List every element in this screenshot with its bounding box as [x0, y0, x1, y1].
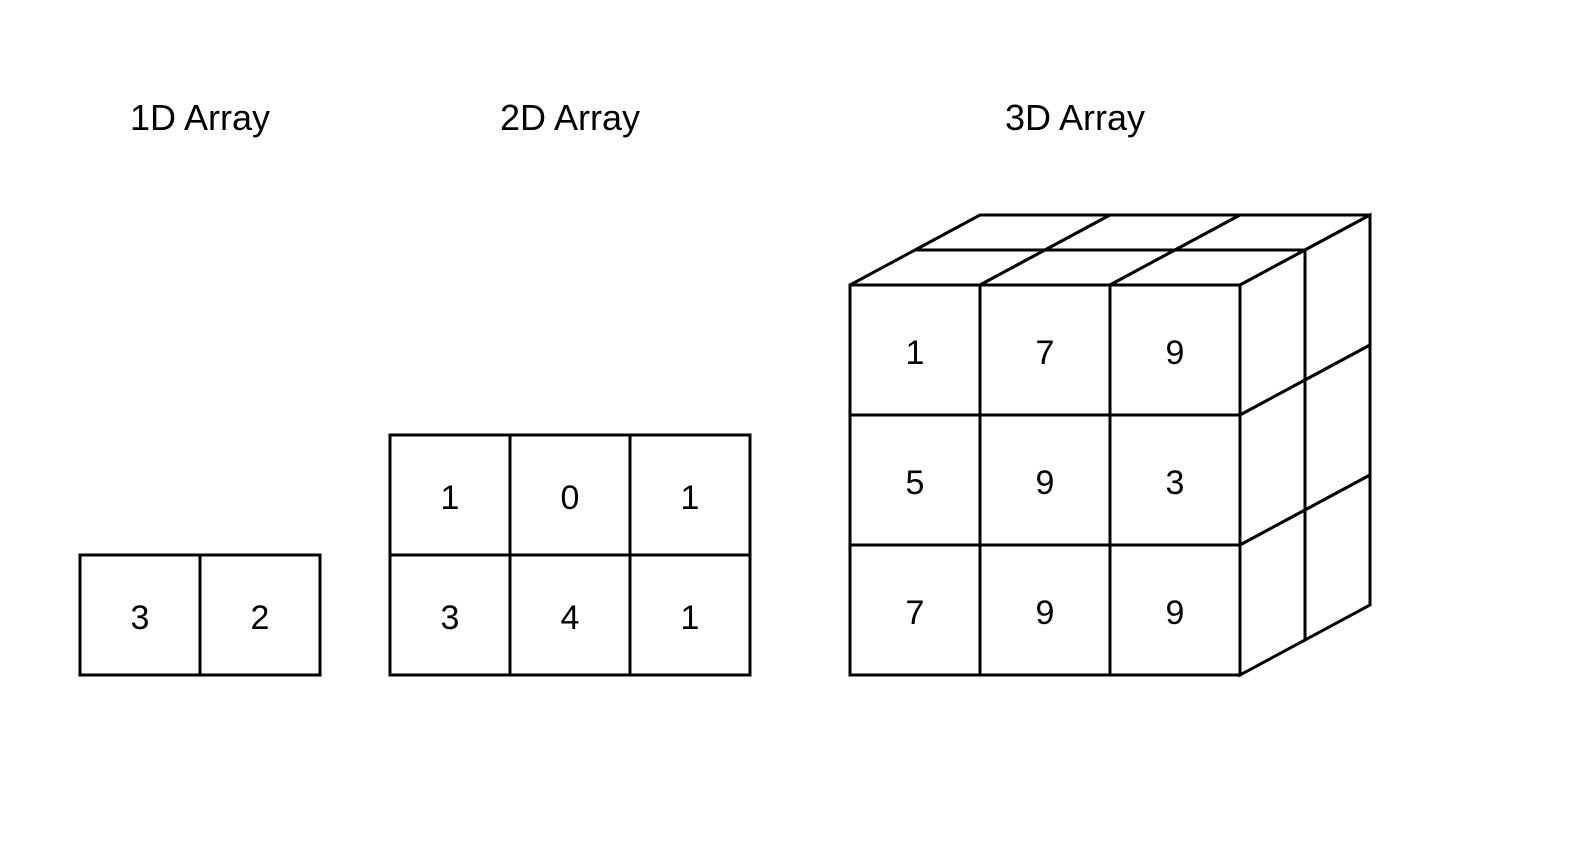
- array-1d: 3 2: [80, 555, 320, 675]
- d1-cell-1: 2: [251, 599, 270, 637]
- d3-cell-0-2: 9: [1166, 334, 1185, 372]
- title-3d: 3D Array: [1005, 97, 1145, 138]
- array-diagram: 1D Array 2D Array 3D Array 3 2 1 0 1 3 4…: [0, 0, 1592, 842]
- d2-cell-1-1: 4: [561, 599, 580, 637]
- d2-cell-0-1: 0: [561, 479, 580, 517]
- d3-cell-2-0: 7: [906, 594, 925, 632]
- d3-cell-1-0: 5: [906, 464, 925, 502]
- d2-cell-0-2: 1: [681, 479, 700, 517]
- d3-cell-2-1: 9: [1036, 594, 1055, 632]
- d2-cell-1-0: 3: [441, 599, 460, 637]
- d2-cell-1-2: 1: [681, 599, 700, 637]
- title-2d: 2D Array: [500, 97, 640, 138]
- d2-cell-0-0: 1: [441, 479, 460, 517]
- d3-cell-2-2: 9: [1166, 594, 1185, 632]
- d3-cell-0-1: 7: [1036, 334, 1055, 372]
- array-2d: 1 0 1 3 4 1: [390, 435, 750, 675]
- d1-cell-0: 3: [131, 599, 150, 637]
- d3-cell-0-0: 1: [906, 334, 925, 372]
- array-3d: 1 7 9 5 9 3 7 9 9: [850, 215, 1370, 675]
- d3-cell-1-1: 9: [1036, 464, 1055, 502]
- title-1d: 1D Array: [130, 97, 270, 138]
- d3-cell-1-2: 3: [1166, 464, 1185, 502]
